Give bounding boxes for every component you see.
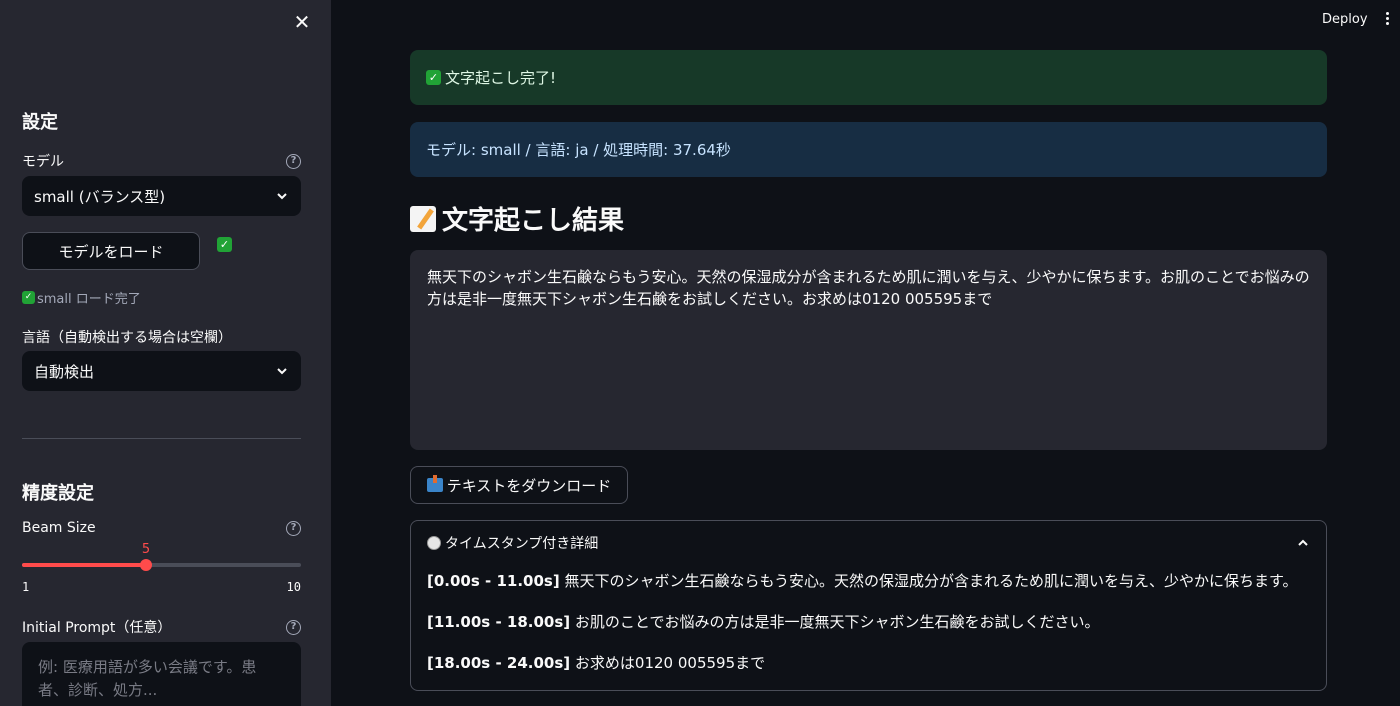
more-menu-icon[interactable] (1383, 10, 1391, 28)
language-select-value: 自動検出 (34, 362, 95, 381)
timestamp-segment: [0.00s - 11.00s] 無天下のシャボン生石鹸ならもう安心。天然の保湿… (427, 570, 1298, 591)
slider-min-label: 1 (22, 580, 30, 594)
model-select[interactable]: small (バランス型) (22, 176, 301, 216)
language-label: 言語（自動検出する場合は空欄） (22, 330, 232, 346)
load-model-button[interactable]: モデルをロード (22, 232, 200, 270)
help-icon[interactable]: ? (286, 619, 301, 635)
download-text-button[interactable]: テキストをダウンロード (410, 466, 628, 504)
inbox-tray-icon (426, 475, 443, 492)
info-message: モデル: small / 言語: ja / 処理時間: 37.64秒 (426, 141, 731, 159)
beam-size-slider[interactable]: 5 1 10 (22, 540, 301, 596)
initial-prompt-input[interactable]: 例: 医療用語が多い会議です。患者、診断、処方... (22, 642, 301, 706)
white-check-mark-icon: ✓ (217, 237, 232, 252)
chevron-down-icon (277, 368, 287, 375)
memo-icon (410, 205, 436, 232)
slider-fill (22, 563, 146, 567)
segment-text: 無天下のシャボン生石鹸ならもう安心。天然の保湿成分が含まれるため肌に潤いを与え、… (564, 572, 1298, 590)
load-row: モデルをロード ✓ (22, 232, 301, 270)
white-check-mark-icon: ✓ (22, 291, 35, 304)
timestamp-segment: [18.00s - 24.00s] お求めは0120 005595まで (427, 652, 765, 673)
initial-prompt-label: Initial Prompt（任意） (22, 620, 172, 636)
result-text: 無天下のシャボン生石鹸ならもう安心。天然の保湿成分が含まれるため肌に潤いを与え、… (427, 268, 1310, 308)
model-select-value: small (バランス型) (34, 187, 166, 206)
download-button-label: テキストをダウンロード (446, 476, 612, 495)
load-status-text: small ロード完了 (37, 292, 141, 307)
timestamp-expander: タイムスタンプ付き詳細 [0.00s - 11.00s] 無天下のシャボン生石鹸… (410, 520, 1327, 691)
result-title-text: 文字起こし結果 (442, 206, 625, 236)
load-status-caption: ✓ small ロード完了 (22, 288, 301, 307)
prompt-label-row: Initial Prompt（任意） ? (22, 617, 301, 637)
close-sidebar-icon[interactable]: ✕ (290, 10, 314, 34)
expander-header[interactable]: タイムスタンプ付き詳細 (427, 533, 1310, 553)
segment-time: [0.00s - 11.00s] (427, 572, 560, 590)
success-message: 文字起こし完了! (445, 69, 557, 87)
expander-title: タイムスタンプ付き詳細 (445, 536, 599, 552)
chevron-down-icon (277, 193, 287, 200)
slider-thumb[interactable] (140, 559, 152, 571)
model-label-row: モデル ? (22, 151, 301, 171)
beam-size-label: Beam Size (22, 520, 96, 536)
divider (22, 438, 301, 439)
settings-heading: 設定 (22, 108, 301, 134)
segment-text: お求めは0120 005595まで (574, 654, 766, 672)
white-check-mark-icon: ✓ (426, 70, 441, 85)
result-textarea[interactable]: 無天下のシャボン生石鹸ならもう安心。天然の保湿成分が含まれるため肌に潤いを与え、… (410, 250, 1327, 450)
success-alert: ✓ 文字起こし完了! (410, 50, 1327, 105)
slider-max-label: 10 (286, 580, 301, 594)
chevron-up-icon[interactable] (1296, 536, 1310, 550)
language-label-row: 言語（自動検出する場合は空欄） (22, 327, 301, 347)
precision-heading-text: 精度設定 (22, 483, 94, 504)
initial-prompt-placeholder: 例: 医療用語が多い会議です。患者、診断、処方... (38, 658, 257, 699)
segment-text: お肌のことでお悩みの方は是非一度無天下シャボン生石鹸をお試しください。 (574, 613, 1100, 631)
slider-value-label: 5 (141, 542, 151, 557)
info-alert: モデル: small / 言語: ja / 処理時間: 37.64秒 (410, 122, 1327, 177)
download-row: テキストをダウンロード (410, 466, 1327, 504)
help-icon[interactable]: ? (286, 520, 301, 536)
segment-time: [11.00s - 18.00s] (427, 613, 571, 631)
precision-heading: 精度設定 (22, 479, 301, 505)
timestamp-segment: [11.00s - 18.00s] お肌のことでお悩みの方は是非一度無天下シャボ… (427, 611, 1099, 632)
clock-icon (427, 536, 441, 550)
result-title: 文字起こし結果 (410, 200, 1327, 237)
help-icon[interactable]: ? (286, 153, 301, 169)
deploy-button[interactable]: Deploy (1322, 12, 1368, 27)
segment-time: [18.00s - 24.00s] (427, 654, 571, 672)
sidebar: ✕ 設定 モデル ? small (バランス型) モデルをロード ✓ ✓ sma… (0, 0, 331, 706)
settings-heading-text: 設定 (22, 112, 58, 133)
language-select[interactable]: 自動検出 (22, 351, 301, 391)
model-label: モデル (22, 154, 64, 170)
beam-label-row: Beam Size ? (22, 520, 301, 536)
